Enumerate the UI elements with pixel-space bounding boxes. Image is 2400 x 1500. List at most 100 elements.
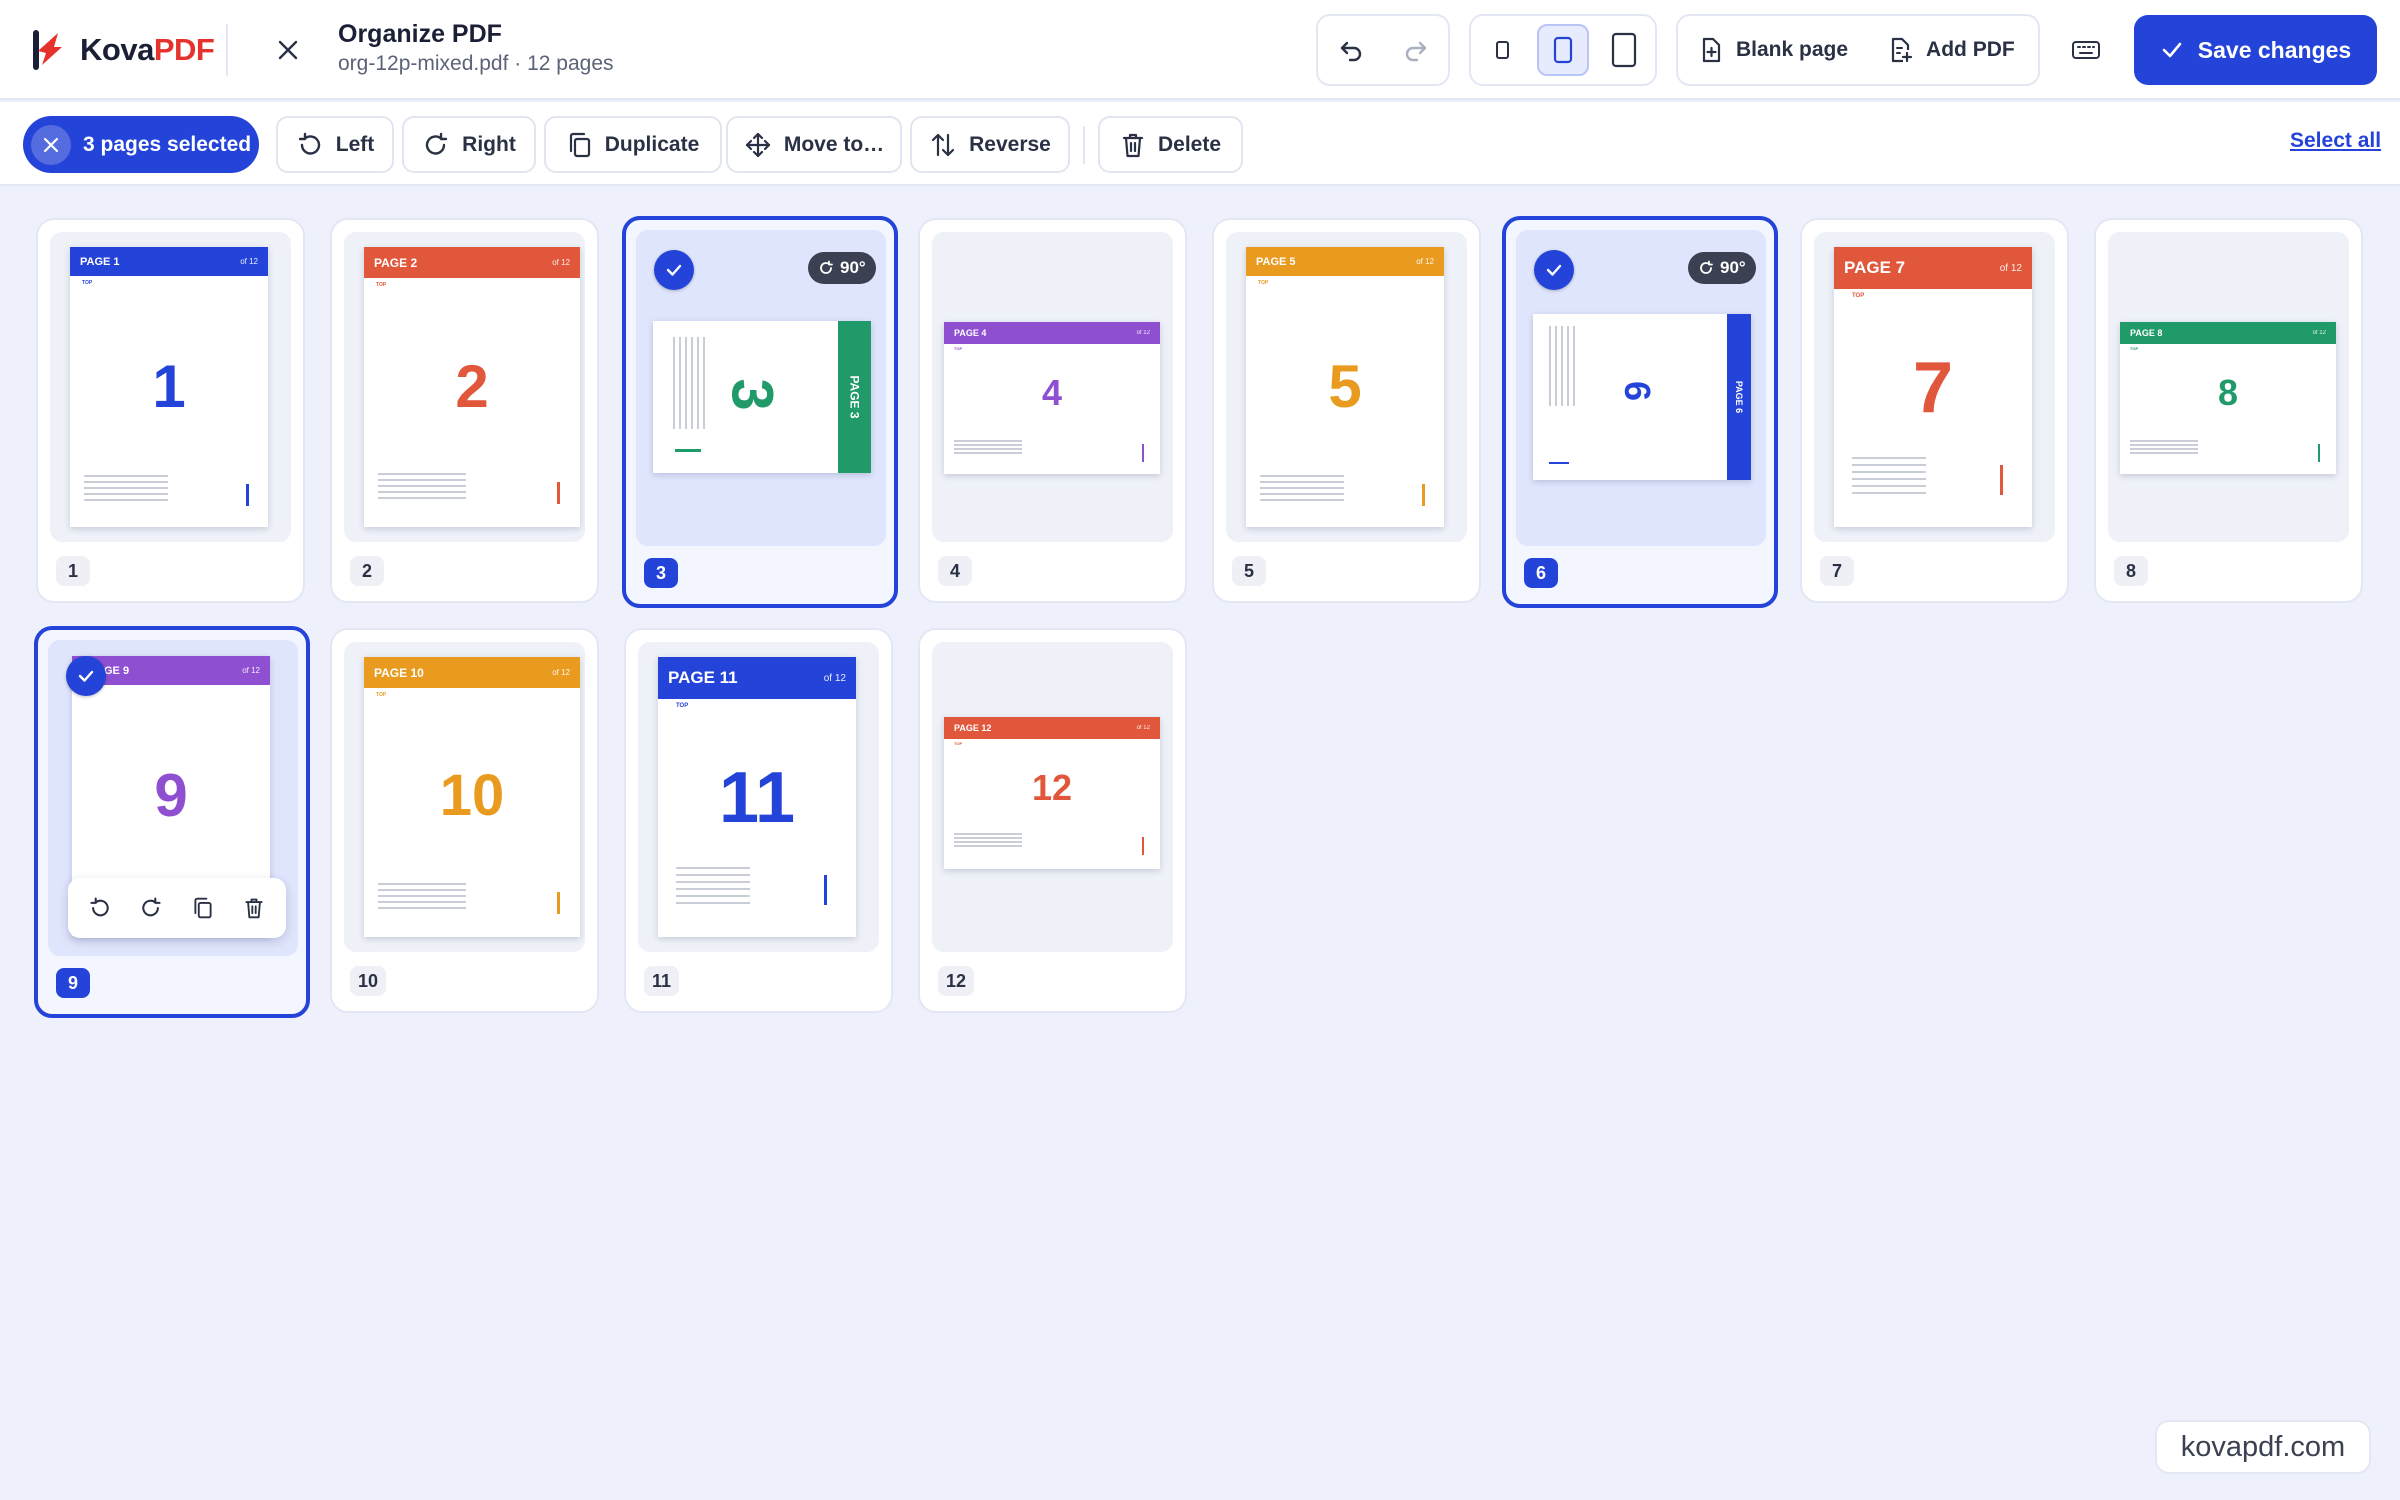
select-all-link[interactable]: Select all xyxy=(2290,129,2381,153)
page-thumbnail-tile: PAGE 2 of 12 TOP 2 xyxy=(344,232,585,542)
accent-mark xyxy=(246,484,249,506)
selected-check-icon[interactable] xyxy=(1534,250,1574,290)
page-rotate-right-button[interactable] xyxy=(129,886,173,930)
duplicate-label: Duplicate xyxy=(604,132,700,156)
rotate-right-label: Right xyxy=(462,132,516,156)
page-big-number: 9 xyxy=(154,762,188,829)
rotate-right-icon xyxy=(425,132,448,155)
page-card-11[interactable]: PAGE 11 of 12 TOP 11 11 xyxy=(624,628,893,1013)
blank-page-button[interactable]: Blank page xyxy=(1678,22,1868,78)
move-icon xyxy=(745,132,770,157)
page-delete-button[interactable] xyxy=(232,886,276,930)
redo-button[interactable] xyxy=(1390,24,1442,76)
undo-button[interactable] xyxy=(1325,24,1377,76)
body-text-lines xyxy=(954,833,1022,849)
header-divider xyxy=(226,24,228,76)
page-thumbnail: PAGE 11 of 12 TOP 11 xyxy=(658,657,856,937)
page-header-band: PAGE 3 xyxy=(838,321,871,473)
page-card-8[interactable]: PAGE 8 of 12 TOP 8 8 xyxy=(2094,218,2363,603)
clear-selection-icon xyxy=(31,124,71,165)
accent-mark xyxy=(1142,837,1144,855)
page-count: · 12 pages xyxy=(514,52,614,75)
page-number-badge: 5 xyxy=(1232,556,1266,586)
page-header-band: PAGE 5 of 12 xyxy=(1246,247,1444,276)
page-card-10[interactable]: PAGE 10 of 12 TOP 10 10 xyxy=(330,628,599,1013)
app-header: KovaPDF Organize PDF org-12p-mixed.pdf ·… xyxy=(0,0,2400,100)
watermark: kovapdf.com xyxy=(2155,1420,2371,1474)
page-thumbnail: PAGE 10 of 12 TOP 10 xyxy=(364,657,580,937)
add-pdf-button[interactable]: Add PDF xyxy=(1868,22,2035,78)
duplicate-icon xyxy=(194,897,212,919)
keyboard-icon xyxy=(2072,41,2100,59)
page-thumbnail: PAGE 12 of 12 TOP 12 xyxy=(944,717,1160,869)
rotate-left-button[interactable]: Left xyxy=(276,116,394,173)
page-thumbnail: PAGE 2 of 12 TOP 2 xyxy=(364,247,580,527)
delete-label: Delete xyxy=(1157,132,1222,156)
app-logo: KovaPDF xyxy=(30,26,215,74)
body-text-lines xyxy=(84,475,168,505)
medium-page-icon xyxy=(1553,36,1573,64)
page-thumbnail-tile: PAGE 4 of 12 TOP 4 xyxy=(932,232,1173,542)
accent-mark xyxy=(2318,444,2320,462)
page-card-5[interactable]: PAGE 5 of 12 TOP 5 5 xyxy=(1212,218,1481,603)
page-big-number: 3 xyxy=(719,378,785,411)
page-card-1[interactable]: PAGE 1 of 12 TOP 1 1 xyxy=(36,218,305,603)
page-header-title: PAGE 10 xyxy=(374,665,424,680)
rotation-badge: 90° xyxy=(808,252,876,284)
body-text-lines xyxy=(1549,326,1577,406)
page-hover-toolbar xyxy=(68,878,286,938)
page-card-2[interactable]: PAGE 2 of 12 TOP 2 2 xyxy=(330,218,599,603)
page-header-title: PAGE 1 xyxy=(80,255,120,268)
duplicate-button[interactable]: Duplicate xyxy=(544,116,722,173)
rotate-indicator-icon xyxy=(820,260,833,274)
page-thumbnail-tile: PAGE 1 of 12 TOP 1 xyxy=(50,232,291,542)
page-big-number: 6 xyxy=(1617,380,1658,402)
history-group xyxy=(1316,14,1450,86)
duplicate-icon xyxy=(569,132,590,157)
rotate-right-button[interactable]: Right xyxy=(402,116,536,173)
document-info: org-12p-mixed.pdf · 12 pages xyxy=(338,52,614,76)
page-card-3[interactable]: PAGE 3 3 90° 3 xyxy=(622,216,898,608)
page-card-6[interactable]: PAGE 6 6 90° 6 xyxy=(1502,216,1778,608)
save-changes-button[interactable]: Save changes xyxy=(2134,15,2377,85)
selected-check-icon[interactable] xyxy=(654,250,694,290)
page-header-title: PAGE 3 xyxy=(847,375,862,419)
page-big-number: 2 xyxy=(455,353,489,420)
close-button[interactable] xyxy=(268,30,308,70)
page-card-9[interactable]: GE 9 of 12 9 9 xyxy=(34,626,310,1018)
page-card-4[interactable]: PAGE 4 of 12 TOP 4 4 xyxy=(918,218,1187,603)
page-header-band: PAGE 12 of 12 xyxy=(944,717,1160,739)
clear-selection-button[interactable]: 3 pages selected xyxy=(23,116,259,173)
delete-button[interactable]: Delete xyxy=(1098,116,1243,173)
keyboard-shortcuts-button[interactable] xyxy=(2060,24,2112,76)
reverse-icon xyxy=(932,133,955,156)
reverse-button[interactable]: Reverse xyxy=(910,116,1070,173)
page-header-title: PAGE 2 xyxy=(374,255,418,270)
thumb-size-large-button[interactable] xyxy=(1598,24,1650,76)
page-number-badge: 9 xyxy=(56,968,90,998)
page-rotate-left-button[interactable] xyxy=(78,886,122,930)
body-text-lines xyxy=(1260,475,1344,505)
page-thumbnail: PAGE 4 of 12 TOP 4 xyxy=(944,322,1160,474)
move-to-button[interactable]: Move to… xyxy=(726,116,902,173)
thumb-size-medium-button[interactable] xyxy=(1536,24,1589,76)
page-header-title: PAGE 6 xyxy=(1734,380,1744,414)
page-header-of: of 12 xyxy=(240,257,258,266)
body-text-lines xyxy=(2130,440,2198,456)
body-text-lines xyxy=(378,883,466,913)
page-thumbnail: PAGE 8 of 12 TOP 8 xyxy=(2120,322,2336,474)
thumb-size-small-button[interactable] xyxy=(1476,24,1528,76)
page-card-7[interactable]: PAGE 7 of 12 TOP 7 7 xyxy=(1800,218,2069,603)
page-header-title: PAGE 4 xyxy=(954,328,987,338)
page-big-number: 8 xyxy=(2217,372,2239,413)
page-duplicate-button[interactable] xyxy=(181,886,225,930)
selected-check-icon[interactable] xyxy=(66,656,106,696)
page-header-of: of 12 xyxy=(2312,330,2326,336)
accent-mark xyxy=(1422,484,1425,506)
page-header-band: PAGE 2 of 12 xyxy=(364,247,580,278)
toolbar-divider xyxy=(1083,126,1085,164)
page-number-badge: 6 xyxy=(1524,558,1558,588)
page-header-of: of 12 xyxy=(1999,262,2022,274)
page-header-band: PAGE 7 of 12 xyxy=(1834,247,2032,289)
page-card-12[interactable]: PAGE 12 of 12 TOP 12 12 xyxy=(918,628,1187,1013)
